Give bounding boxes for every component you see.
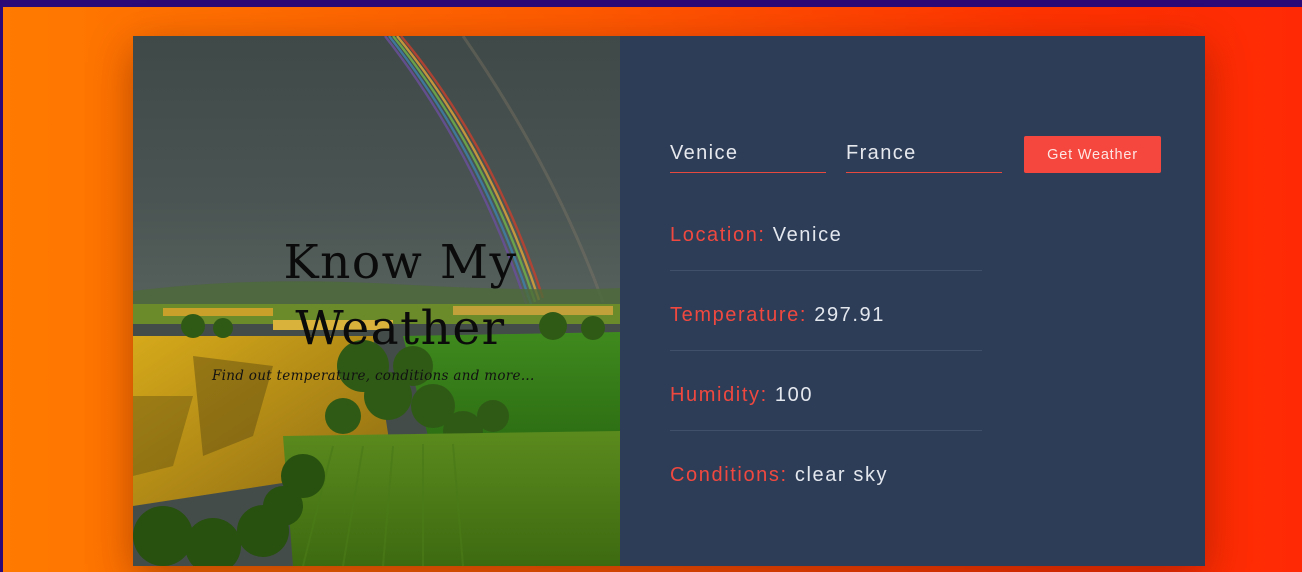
page-edge	[0, 7, 3, 572]
result-conditions: Conditions: clear sky	[670, 464, 982, 487]
result-value: clear sky	[794, 464, 889, 486]
get-weather-button[interactable]: Get Weather	[1024, 136, 1161, 173]
top-bar	[0, 0, 1302, 7]
result-label: Location:	[670, 224, 766, 246]
hero-title: Know My Weather	[283, 235, 518, 356]
country-input[interactable]	[846, 136, 1002, 170]
result-location: Location: Venice	[670, 224, 982, 247]
weather-panel: Get Weather Location: Venice Temperature…	[620, 36, 1205, 566]
hero-panel: Know My Weather Find out temperature, co…	[133, 36, 620, 566]
row-divider	[670, 350, 982, 351]
result-humidity: Humidity: 100	[670, 384, 982, 407]
weather-card: Know My Weather Find out temperature, co…	[133, 36, 1205, 566]
result-value: 297.91	[814, 304, 885, 326]
result-temperature: Temperature: 297.91	[670, 304, 982, 327]
city-input[interactable]	[670, 136, 826, 170]
city-field	[670, 136, 826, 173]
hero-subtitle: Find out temperature, conditions and mor…	[212, 368, 535, 384]
result-value: Venice	[772, 224, 843, 246]
row-divider	[670, 270, 982, 271]
result-value: 100	[774, 384, 814, 406]
result-label: Conditions:	[670, 464, 788, 486]
hero-heading-block: Know My Weather Find out temperature, co…	[133, 230, 620, 384]
row-divider	[670, 430, 982, 431]
country-field	[846, 136, 1002, 173]
result-label: Humidity:	[670, 384, 768, 406]
result-label: Temperature:	[670, 304, 808, 326]
